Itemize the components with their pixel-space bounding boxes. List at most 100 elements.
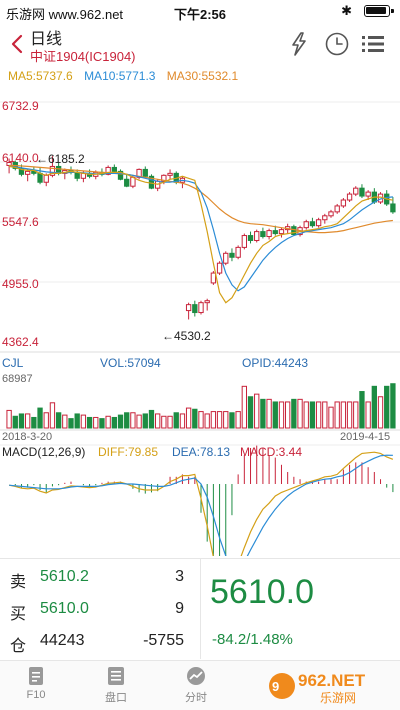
candle-body <box>223 252 229 264</box>
candle-body <box>346 193 353 201</box>
volume-bar <box>254 393 260 429</box>
candle-body <box>334 205 340 213</box>
lightning-icon[interactable] <box>284 30 314 58</box>
volume-bar <box>272 401 278 429</box>
svg-text:乐游网: 乐游网 <box>320 691 356 705</box>
ma30-label: MA30:5532.1 <box>166 69 239 83</box>
open-interest-row: 仓 44243 -5755 <box>0 625 200 657</box>
macd-title: MACD(12,26,9) <box>2 445 85 459</box>
list-menu-icon[interactable] <box>358 30 388 58</box>
price-change: -84.2/1.48% <box>212 631 293 648</box>
volume-bar <box>328 406 334 429</box>
macd-value: MACD:3.44 <box>240 445 302 459</box>
chevron-left-icon[interactable] <box>6 32 28 56</box>
candle-body <box>266 230 272 238</box>
volume-bar <box>223 411 229 429</box>
volume-bar <box>155 413 161 429</box>
volume-bar <box>148 409 155 429</box>
volume-bar <box>291 398 297 429</box>
high-annotation: ←6185.2 <box>36 152 85 166</box>
volume-bar <box>241 385 248 429</box>
y-tick-label: 6140.0 <box>2 151 39 165</box>
x-start-label: 2018-3-20 <box>2 431 52 443</box>
cjl-label: CJL <box>2 356 24 370</box>
volume-bar <box>142 413 148 429</box>
volume-bar <box>334 401 340 429</box>
bid-row[interactable]: 买 5610.0 9 <box>0 593 200 625</box>
volume-bar <box>130 412 136 429</box>
volume-bar <box>99 418 105 429</box>
tab-timeshare[interactable]: 分时 <box>166 665 226 705</box>
svg-text:9: 9 <box>272 679 279 694</box>
candle-body <box>365 191 371 197</box>
volume-bar <box>179 413 186 429</box>
bluetooth-icon: ✱ <box>341 3 352 18</box>
macd-diff: DIFF:79.85 <box>98 445 158 459</box>
volume-bar <box>167 415 173 429</box>
candle-body <box>260 231 266 238</box>
volume-bar <box>93 416 99 429</box>
tab-f10[interactable]: F10 <box>6 665 66 701</box>
opid-label: OPID:44243 <box>242 356 308 370</box>
volume-bar <box>111 416 117 429</box>
volume-panel <box>6 383 396 429</box>
status-time: 下午2:56 <box>173 7 227 22</box>
candle-body <box>210 272 217 284</box>
ma30-line <box>9 164 393 234</box>
candle-body <box>235 246 241 258</box>
bid-qty: 9 <box>175 600 184 617</box>
macd-dea: DEA:78.13 <box>172 445 230 459</box>
ma10-line <box>9 165 393 292</box>
clock-icon[interactable] <box>322 30 352 58</box>
price-panel <box>6 156 396 320</box>
candle-body <box>185 304 192 312</box>
volume-bar <box>266 398 272 429</box>
ask-label: 卖 <box>10 574 27 591</box>
volume-bar <box>204 413 210 429</box>
ask-row[interactable]: 卖 5610.2 3 <box>0 561 200 593</box>
document-icon <box>29 667 43 685</box>
oi-value: 44243 <box>40 632 85 649</box>
candle-body <box>254 231 260 241</box>
divider <box>200 559 201 659</box>
volume-bar <box>359 391 365 429</box>
tab-order-book[interactable]: 盘口 <box>86 665 146 705</box>
candle-body <box>25 170 31 175</box>
candle-body <box>340 199 347 207</box>
bid-price: 5610.0 <box>40 600 89 617</box>
candle-body <box>241 235 248 248</box>
ma10-label: MA10:5771.3 <box>84 69 156 83</box>
ma5-label: MA5:5737.6 <box>8 69 73 83</box>
oi-change: -5755 <box>143 632 184 649</box>
volume-bar <box>216 411 223 429</box>
low-annotation: ←4530.2 <box>162 329 211 343</box>
candle-body <box>229 252 235 258</box>
kline-chart[interactable]: 6732.9 6140.0 5547.6 4955.0 4362.4 ←6185… <box>0 88 400 556</box>
volume-bar <box>25 413 31 429</box>
volume-bar <box>6 409 12 429</box>
volume-bar <box>198 411 204 429</box>
quote-panel: 卖 5610.2 3 买 5610.0 9 仓 44243 -5755 5610… <box>0 558 400 659</box>
volume-bar <box>173 412 179 429</box>
x-end-label: 2019-4-15 <box>340 431 390 443</box>
contract-name: 中证1904(IC1904) <box>30 49 136 64</box>
candle-body <box>37 172 43 183</box>
volume-bar <box>117 414 124 429</box>
volume-bar <box>297 398 303 429</box>
volume-bar <box>353 401 359 429</box>
timeshare-icon <box>187 667 205 685</box>
volume-bar <box>390 383 396 429</box>
volume-bar <box>340 401 347 429</box>
volume-bar <box>235 411 241 429</box>
volume-bar <box>322 401 328 429</box>
candle-body <box>353 187 359 195</box>
candle-body <box>303 221 309 229</box>
candle-body <box>111 166 117 172</box>
candle-body <box>192 304 198 314</box>
volume-bar <box>43 412 49 429</box>
oi-label: 仓 <box>10 638 27 655</box>
candle-body <box>322 215 328 221</box>
volume-bar <box>68 418 74 429</box>
volume-bar <box>136 414 142 429</box>
y-tick-label: 6732.9 <box>2 99 39 113</box>
